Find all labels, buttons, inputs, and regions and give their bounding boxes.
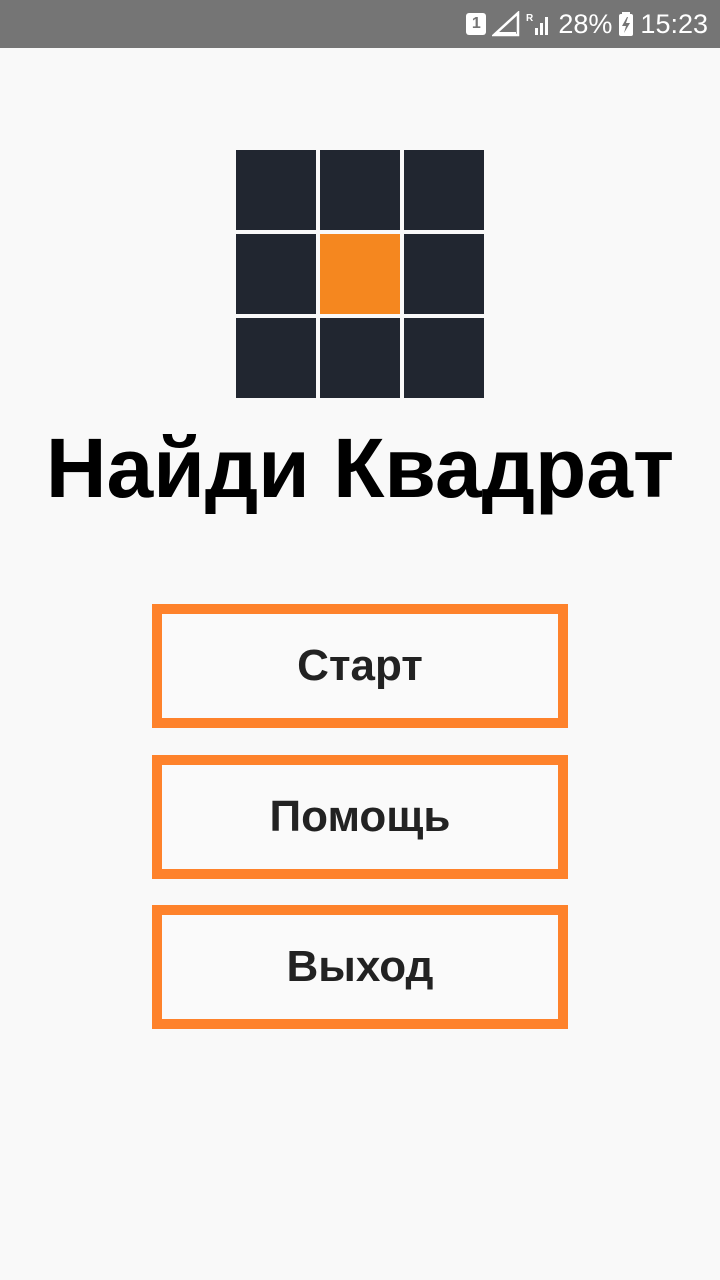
logo-cell — [236, 318, 316, 398]
sim-slot-icon: 1 — [466, 13, 487, 35]
start-button[interactable]: Старт — [152, 604, 568, 728]
status-time: 15:23 — [640, 8, 708, 39]
battery-charging-icon — [618, 11, 634, 37]
status-bar: 1 R 28% 15:23 — [0, 0, 720, 48]
logo-cell — [404, 318, 484, 398]
exit-button[interactable]: Выход — [152, 905, 568, 1029]
svg-text:R: R — [526, 13, 534, 24]
logo-cell-center — [320, 234, 400, 314]
roaming-signal-icon: R — [526, 11, 552, 37]
logo-cell — [320, 150, 400, 230]
app-logo — [236, 150, 484, 398]
logo-cell — [236, 150, 316, 230]
help-button[interactable]: Помощь — [152, 755, 568, 879]
logo-cell — [320, 318, 400, 398]
app-title: Найди Квадрат — [45, 421, 675, 515]
no-signal-icon — [492, 11, 520, 37]
battery-percent: 28% — [558, 8, 613, 39]
logo-cell — [236, 234, 316, 314]
logo-cell — [404, 234, 484, 314]
logo-cell — [404, 150, 484, 230]
status-icons: 1 R 28% 15:23 — [466, 0, 708, 48]
